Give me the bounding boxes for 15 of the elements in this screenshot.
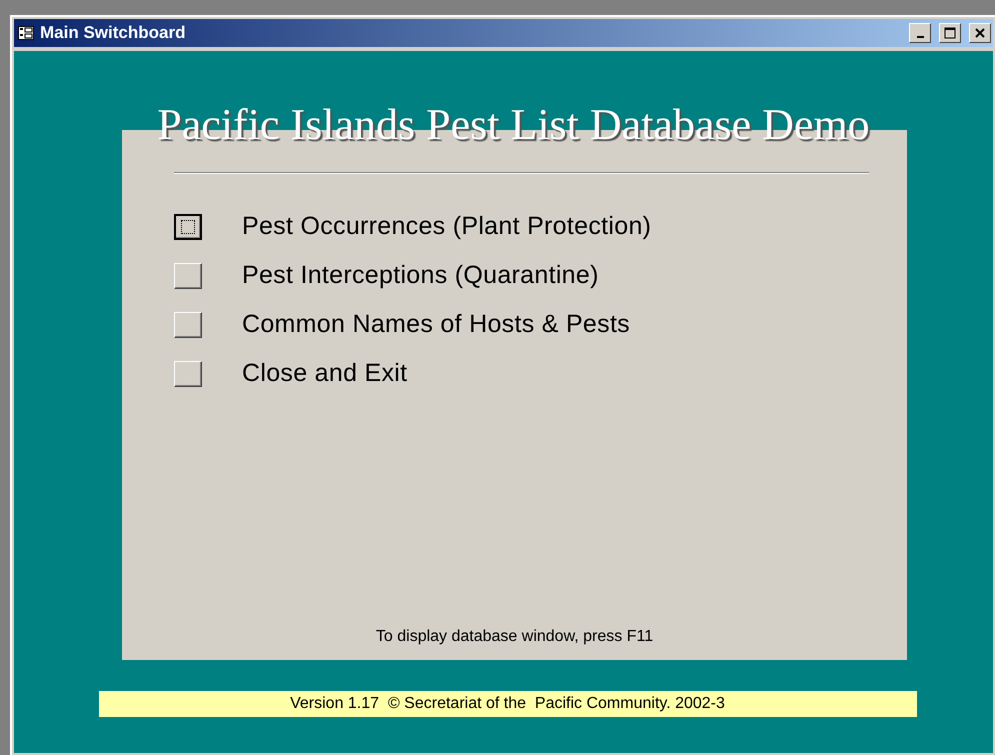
version-bar: Version 1.17 © Secretariat of the Pacific Community. 2002-3 [98, 691, 916, 717]
form-icon [18, 26, 34, 40]
menu-label: Close and Exit [242, 359, 408, 388]
menu-label: Pest Interceptions (Quarantine) [242, 261, 599, 290]
minimize-icon [916, 36, 924, 38]
hint-text: To display database window, press F11 [376, 628, 654, 646]
close-icon [975, 28, 985, 38]
window-title: Main Switchboard [40, 23, 186, 43]
minimize-button[interactable] [909, 23, 931, 43]
close-button[interactable] [969, 23, 991, 43]
maximize-icon [944, 27, 956, 39]
maximize-button[interactable] [939, 23, 961, 43]
menu-label: Pest Occurrences (Plant Protection) [242, 212, 652, 241]
switchboard-button[interactable] [174, 214, 202, 240]
menu-label: Common Names of Hosts & Pests [242, 310, 630, 339]
